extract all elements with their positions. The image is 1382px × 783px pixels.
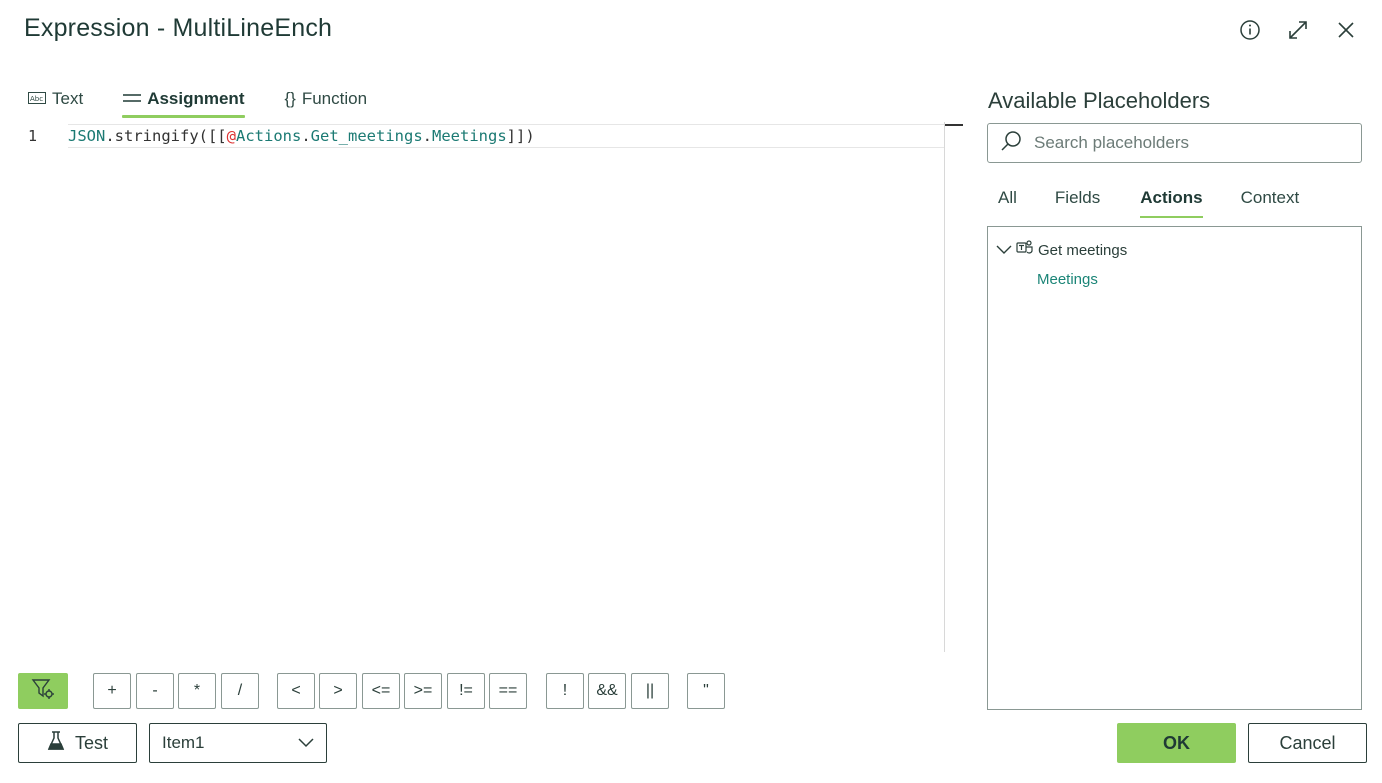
token-dot: .: [301, 127, 311, 145]
operator-divide-button[interactable]: /: [221, 673, 259, 709]
flask-icon: [47, 730, 65, 756]
item-select-value: Item1: [162, 733, 205, 752]
teams-icon: [1016, 240, 1034, 260]
chevron-down-icon[interactable]: [996, 242, 1012, 259]
operator-greater-equal-button[interactable]: >=: [404, 673, 442, 709]
tab-actions[interactable]: Actions: [1140, 178, 1203, 218]
search-input[interactable]: [1034, 133, 1334, 153]
tab-all[interactable]: All: [998, 178, 1017, 218]
assignment-icon: [123, 89, 142, 109]
tab-text[interactable]: Abc Text: [28, 80, 83, 118]
test-controls: Test Item1: [18, 723, 327, 763]
token-actions: Actions: [236, 127, 302, 145]
svg-text:Abc: Abc: [30, 95, 43, 103]
tab-function[interactable]: {} Function: [284, 80, 367, 118]
filter-settings-button[interactable]: [18, 673, 68, 709]
operator-not-button[interactable]: !: [546, 673, 584, 709]
tree-node-label: Get meetings: [1038, 241, 1128, 259]
dialog-title: Expression - MultiLineEnch: [24, 14, 333, 42]
filter-gear-icon: [31, 678, 55, 705]
tab-assignment[interactable]: Assignment: [122, 80, 246, 118]
operator-equal-button[interactable]: ==: [489, 673, 527, 709]
expand-icon[interactable]: [1286, 18, 1310, 42]
token-dot: .: [422, 127, 432, 145]
mode-tabs: Abc Text Assignment {} Function: [28, 80, 367, 118]
ok-button[interactable]: OK: [1117, 723, 1236, 763]
token-close: ]]): [506, 127, 535, 145]
token-meetings: Meetings: [432, 127, 507, 145]
token-stringify: .stringify([[: [105, 127, 227, 145]
operator-less-equal-button[interactable]: <=: [362, 673, 400, 709]
placeholder-tabs: All Fields Actions Context: [998, 178, 1299, 218]
code-editor[interactable]: 1 JSON.stringify([[@Actions.Get_meetings…: [18, 122, 963, 652]
editor-divider: [944, 122, 945, 652]
operator-or-button[interactable]: ||: [631, 673, 669, 709]
placeholder-search[interactable]: [987, 123, 1362, 163]
info-icon[interactable]: [1238, 18, 1262, 42]
operator-greater-button[interactable]: >: [319, 673, 357, 709]
placeholder-tree: Get meetings Meetings: [987, 226, 1362, 710]
operator-minus-button[interactable]: -: [136, 673, 174, 709]
scroll-marker[interactable]: [945, 124, 963, 126]
token-get-meetings: Get_meetings: [310, 127, 423, 145]
close-icon[interactable]: [1334, 18, 1358, 42]
operator-plus-button[interactable]: +: [93, 673, 131, 709]
code-line[interactable]: JSON.stringify([[@Actions.Get_meetings.M…: [68, 124, 945, 148]
tab-text-label: Text: [52, 89, 84, 108]
tab-fields[interactable]: Fields: [1055, 178, 1100, 218]
test-button[interactable]: Test: [18, 723, 137, 763]
cancel-button[interactable]: Cancel: [1248, 723, 1367, 763]
test-button-label: Test: [74, 732, 108, 753]
token-json: JSON: [68, 127, 106, 145]
tab-context[interactable]: Context: [1241, 178, 1300, 218]
tab-assignment-label: Assignment: [147, 89, 245, 108]
operator-quote-button[interactable]: ": [687, 673, 725, 709]
line-number: 1: [28, 127, 38, 145]
token-at: @: [226, 127, 236, 145]
tree-node-get-meetings[interactable]: Get meetings: [996, 240, 1127, 260]
search-icon: [1000, 130, 1022, 157]
operator-and-button[interactable]: &&: [588, 673, 626, 709]
operator-multiply-button[interactable]: *: [178, 673, 216, 709]
item-select[interactable]: Item1: [149, 723, 327, 763]
chevron-down-icon: [298, 733, 314, 753]
placeholders-title: Available Placeholders: [988, 88, 1211, 113]
braces-icon: {}: [284, 89, 296, 108]
window-controls: [1238, 18, 1358, 42]
operator-not-equal-button[interactable]: !=: [447, 673, 485, 709]
text-abc-icon: Abc: [28, 89, 46, 109]
tree-leaf-meetings[interactable]: Meetings: [1037, 271, 1098, 288]
operator-less-button[interactable]: <: [277, 673, 315, 709]
tab-function-label: Function: [301, 89, 368, 108]
